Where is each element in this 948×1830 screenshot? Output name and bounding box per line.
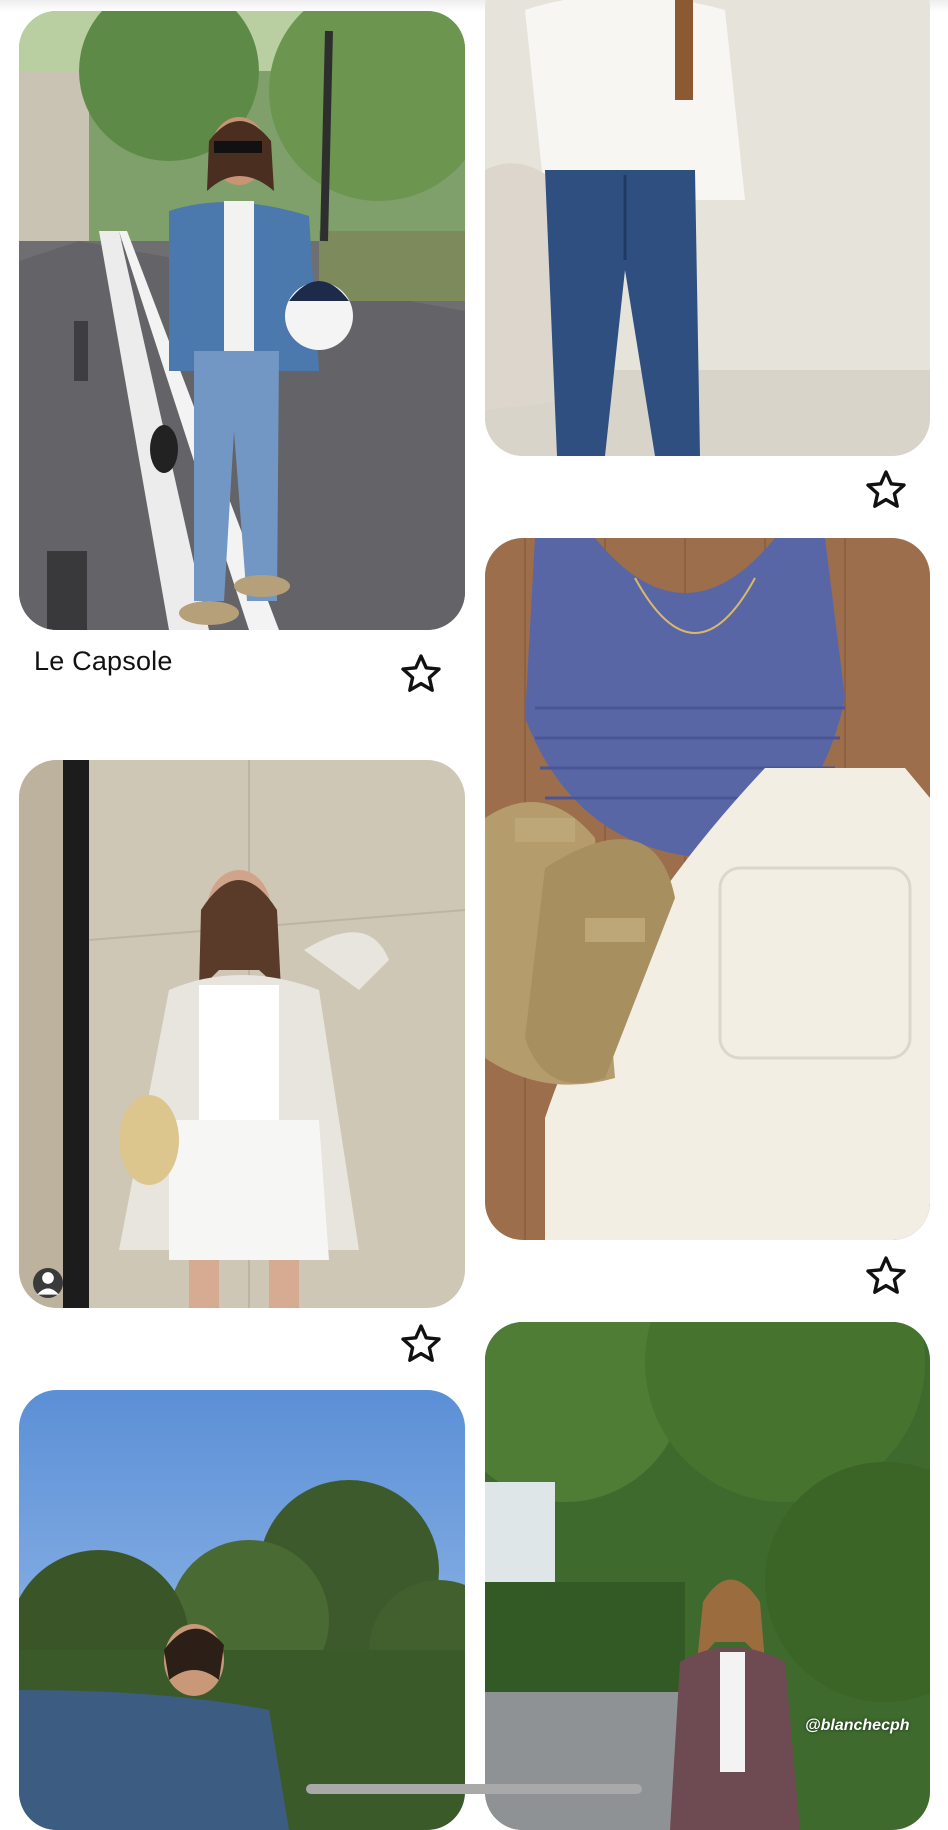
flatlay-photo xyxy=(485,538,930,1240)
street-outfit-photo xyxy=(19,11,465,630)
cardigan-outfit-photo xyxy=(19,760,465,1308)
creator-watermark: @blanchecph xyxy=(805,1717,910,1734)
star-outline-icon xyxy=(401,1324,441,1362)
sweater-jeans-photo xyxy=(485,0,930,456)
save-star-button[interactable] xyxy=(863,467,909,513)
star-outline-icon xyxy=(401,654,441,692)
pin-image-sky-trees[interactable] xyxy=(19,1390,465,1830)
pin-title[interactable]: Le Capsole xyxy=(34,646,173,677)
save-star-button[interactable] xyxy=(398,651,444,697)
pin-image-blazer-garden[interactable]: @blanchecph xyxy=(485,1322,930,1830)
sky-trees-photo xyxy=(19,1390,465,1830)
pin-image-street-denim[interactable] xyxy=(19,11,465,630)
save-star-button[interactable] xyxy=(863,1253,909,1299)
star-outline-icon xyxy=(866,470,906,508)
save-star-button[interactable] xyxy=(398,1321,444,1367)
pin-image-white-sweater-jeans[interactable] xyxy=(485,0,930,456)
person-icon xyxy=(37,1272,59,1295)
home-indicator-bar[interactable] xyxy=(306,1784,642,1794)
star-outline-icon xyxy=(866,1256,906,1294)
pin-image-cardigan-shorts[interactable] xyxy=(19,760,465,1308)
profile-avatar-icon[interactable] xyxy=(33,1268,63,1298)
garden-blazer-photo xyxy=(485,1322,930,1830)
pin-image-flatlay[interactable] xyxy=(485,538,930,1240)
